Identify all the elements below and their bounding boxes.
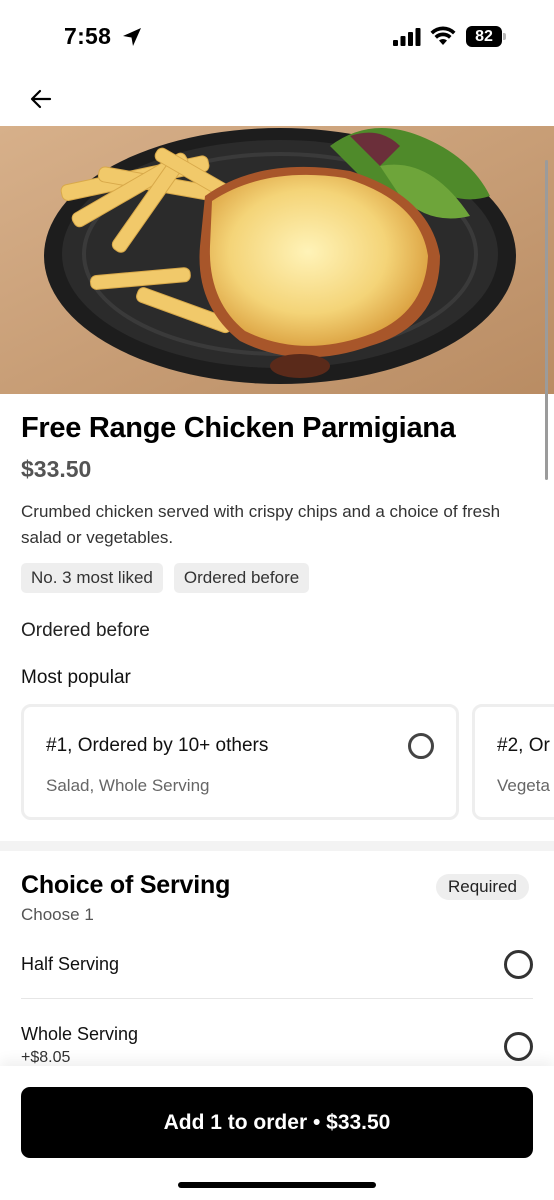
most-popular-heading: Most popular: [21, 667, 131, 688]
item-description: Crumbed chicken served with crispy chips…: [21, 502, 501, 547]
popular-card-2[interactable]: #2, Or Vegeta: [472, 704, 554, 820]
scrollbar[interactable]: [545, 160, 548, 480]
ordered-before-heading: Ordered before: [21, 620, 150, 641]
home-indicator[interactable]: [178, 1182, 376, 1188]
choose-instruction: Choose 1: [21, 905, 94, 924]
required-badge: Required: [436, 874, 529, 900]
signal-icon: [393, 28, 421, 46]
option-label: Whole Serving: [21, 1024, 139, 1044]
item-tags: No. 3 most liked Ordered before: [21, 563, 310, 593]
add-to-order-button[interactable]: Add 1 to order • $33.50: [21, 1087, 533, 1158]
popular-cards-carousel[interactable]: #1, Ordered by 10+ others Salad, Whole S…: [21, 704, 554, 822]
item-title: Free Range Chicken Parmigiana: [21, 412, 456, 444]
back-button[interactable]: [22, 80, 60, 118]
battery-icon: 82: [466, 26, 506, 47]
option-half-serving[interactable]: Half Serving: [21, 950, 533, 982]
location-arrow-icon: [123, 28, 141, 46]
option-price: +$8.05: [21, 1049, 71, 1066]
popular-card-subtitle: Vegeta: [497, 776, 550, 795]
option-separator: [21, 998, 533, 999]
option-whole-serving[interactable]: Whole Serving +$8.05: [21, 1022, 533, 1072]
wifi-icon: [430, 26, 456, 45]
item-price: $33.50: [21, 456, 92, 482]
popular-card-subtitle: Salad, Whole Serving: [46, 776, 210, 795]
option-label: Half Serving: [21, 954, 120, 974]
radio-button[interactable]: [504, 950, 533, 979]
status-time: 7:58: [64, 23, 112, 49]
serving-section-title: Choice of Serving: [21, 871, 231, 899]
battery-level: 82: [475, 28, 493, 45]
tag-ordered-before: Ordered before: [173, 563, 310, 593]
tag-most-liked: No. 3 most liked: [21, 563, 163, 593]
radio-button[interactable]: [408, 733, 434, 759]
arrow-left-icon: [30, 89, 52, 109]
radio-button[interactable]: [504, 1032, 533, 1061]
popular-card-1[interactable]: #1, Ordered by 10+ others Salad, Whole S…: [21, 704, 459, 820]
dish-photo: [0, 126, 554, 394]
status-bar: 7:58 82: [0, 0, 554, 72]
section-divider: [0, 841, 554, 851]
popular-card-title: #1, Ordered by 10+ others: [46, 735, 269, 756]
popular-card-title: #2, Or: [497, 735, 550, 756]
